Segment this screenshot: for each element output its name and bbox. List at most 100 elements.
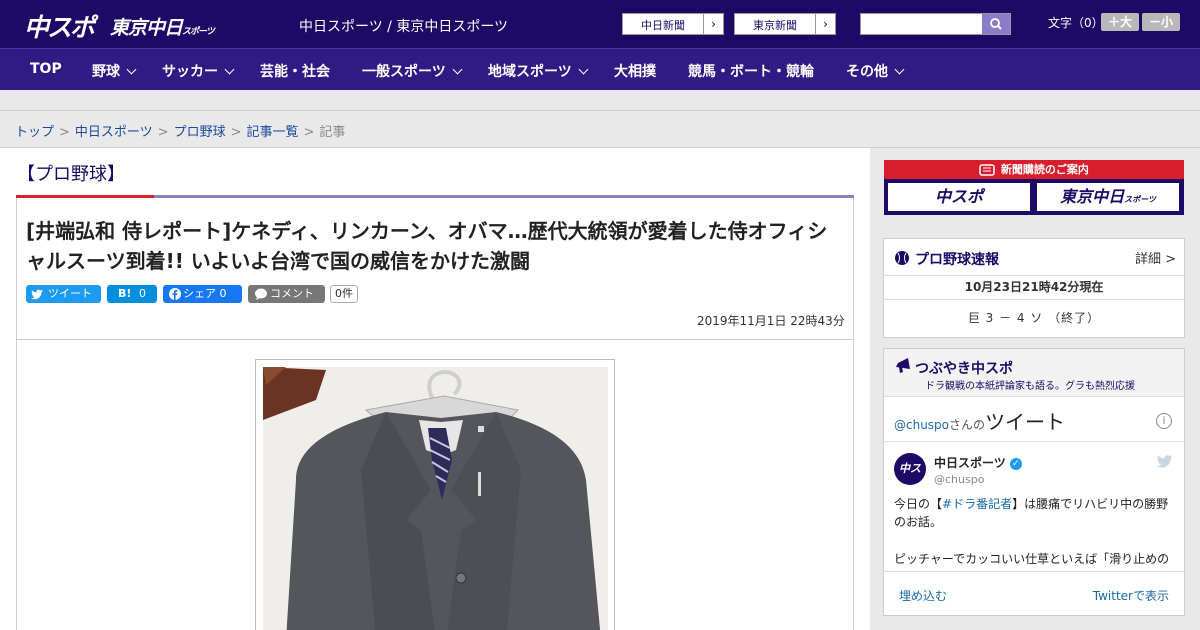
nav-item-baseball[interactable]: 野球 <box>92 61 137 81</box>
subscribe-tokyo-chunichi[interactable]: 東京中日スポーツ <box>1036 182 1180 212</box>
chunichi-shimbun-link[interactable]: 中日新聞 › <box>622 13 724 35</box>
score-detail-link[interactable]: 詳細 > <box>1135 248 1176 267</box>
nav-item-racing[interactable]: 競馬・ボート・競輪 <box>688 61 814 81</box>
nav-label: その他 <box>846 64 888 80</box>
search-box <box>860 13 1011 35</box>
twitter-widget: つぶやき中スポ ドラ観戦の本紙評論家も語る。グラも熱烈応援 @chuspoさんの… <box>883 348 1185 616</box>
nav-label: 大相撲 <box>614 64 656 80</box>
score-result[interactable]: 巨 3 － 4 ソ （終了） <box>884 309 1184 326</box>
nav-label: 野球 <box>92 64 120 80</box>
twitter-bird-icon[interactable] <box>1156 455 1172 468</box>
section-title: 【プロ野球】 <box>17 164 125 185</box>
tweet-hashtag[interactable]: #ドラ番記者 <box>942 497 1012 511</box>
tweets-heading-text: ツイート <box>985 410 1066 434</box>
facebook-share-button[interactable]: シェア 0 <box>163 285 242 303</box>
chunichi-shimbun-label: 中日新聞 <box>641 19 685 32</box>
main-nav: TOP 野球 サッカー 芸能・社会 一般スポーツ 地域スポーツ 大相撲 競馬・ボ… <box>0 48 1200 90</box>
sub-logo-tokyo-text: 東京中日 <box>1060 187 1125 206</box>
breadcrumb-separator: > <box>157 125 169 140</box>
breadcrumb-article-list[interactable]: 記事一覧 <box>247 125 299 140</box>
breadcrumb-separator: > <box>59 125 70 140</box>
tweet-text: 今日の【#ドラ番記者】は腰痛でリハビリ中の勝野のお話。 <box>894 495 1178 531</box>
nav-item-top[interactable]: TOP <box>30 61 62 77</box>
tokyo-shimbun-link[interactable]: 東京新聞 › <box>734 13 836 35</box>
twitter-widget-footer: 埋め込む Twitterで表示 <box>884 571 1184 616</box>
article-datetime: 2019年11月1日 22時43分 <box>697 314 845 328</box>
logo-tokyo-chunichi-small: スポーツ <box>182 27 215 37</box>
comment-bubble-icon <box>255 288 267 300</box>
tweet-user-name-text: 中日スポーツ <box>934 456 1006 470</box>
comment-count: 0件 <box>330 285 358 303</box>
subscription-title-text: 新聞購読のご案内 <box>1000 163 1089 176</box>
comment-label: コメント <box>270 287 314 300</box>
tweet-user-name[interactable]: 中日スポーツ ✓ <box>934 454 1022 471</box>
header-spacer <box>0 90 1200 111</box>
view-on-twitter-link[interactable]: Twitterで表示 <box>1093 587 1169 604</box>
search-button[interactable] <box>982 14 1010 34</box>
nav-label: サッカー <box>162 64 218 80</box>
nav-label: 地域スポーツ <box>488 64 572 80</box>
chevron-down-icon <box>452 64 463 75</box>
score-title: プロ野球速報 <box>915 252 999 268</box>
megaphone-icon <box>896 358 910 373</box>
baseball-score-widget: プロ野球速報 詳細 > 10月23日21時42分現在 巨 3 － 4 ソ （終了… <box>883 238 1185 338</box>
twitter-widget-header: つぶやき中スポ ドラ観戦の本紙評論家も語る。グラも熱烈応援 <box>884 349 1184 397</box>
tweet-text-pre: 今日の【 <box>894 497 943 511</box>
logo-chunichi-sports[interactable]: 中スポ <box>24 8 95 44</box>
breadcrumb-separator: > <box>230 125 242 140</box>
search-icon <box>990 18 1002 30</box>
nav-item-other[interactable]: その他 <box>846 61 905 81</box>
nav-label: 競馬・ボート・競輪 <box>688 64 814 80</box>
breadcrumb-pro-baseball[interactable]: プロ野球 <box>174 125 226 140</box>
twitter-widget-subtitle: ドラ観戦の本紙評論家も語る。グラも熱烈応援 <box>925 381 1135 392</box>
logo-tokyo-chunichi[interactable]: 東京中日スポーツ <box>110 13 215 40</box>
font-smaller-button[interactable]: －小 <box>1142 13 1180 31</box>
top-header: 中スポ 東京中日スポーツ 中日スポーツ / 東京中日スポーツ 中日新聞 › 東京… <box>0 0 1200 48</box>
tweets-handle-link[interactable]: @chuspo <box>894 418 949 432</box>
newspaper-icon <box>979 164 995 176</box>
facebook-icon <box>169 288 181 300</box>
nav-item-local-sports[interactable]: 地域スポーツ <box>488 61 589 81</box>
chevron-down-icon <box>126 64 137 75</box>
search-input[interactable] <box>861 14 983 34</box>
tweet-user-handle[interactable]: @chuspo <box>934 473 984 486</box>
comment-button[interactable]: コメント <box>248 285 325 303</box>
subscribe-chunichi-sports[interactable]: 中スポ <box>887 182 1031 212</box>
article-divider <box>16 339 854 340</box>
tweets-handle-suffix: さんの <box>949 418 986 432</box>
avatar[interactable]: 中スポ <box>894 453 926 507</box>
chevron-down-icon <box>894 64 905 75</box>
tweet-button[interactable]: ツイート <box>26 285 101 303</box>
info-icon[interactable]: i <box>1156 413 1172 429</box>
article-headline: [井端弘和 侍レポート]ケネディ、リンカーン、オバマ…歴代大統領が愛着した侍オフ… <box>26 219 828 273</box>
tweet-label: ツイート <box>48 287 92 300</box>
nav-item-sumo[interactable]: 大相撲 <box>614 61 656 81</box>
nav-label: 一般スポーツ <box>362 64 446 80</box>
nav-label: 芸能・社会 <box>260 64 330 80</box>
font-bigger-button[interactable]: ＋大 <box>1101 13 1139 31</box>
sub-logo-tokyo-small: スポーツ <box>1124 195 1156 204</box>
font-size-label: 文字（0） <box>1048 16 1104 30</box>
tweets-heading: @chuspoさんのツイート <box>894 406 1065 435</box>
embed-link[interactable]: 埋め込む <box>899 587 947 604</box>
breadcrumb-chunichi-sports[interactable]: 中日スポーツ <box>75 125 153 140</box>
chevron-down-icon <box>224 64 235 75</box>
logo-tokyo-chunichi-text: 東京中日 <box>110 17 183 39</box>
suit-jacket-image <box>263 367 608 630</box>
hatena-bookmark-button[interactable]: B! 0 <box>107 285 157 303</box>
nav-item-entertainment[interactable]: 芸能・社会 <box>260 61 330 81</box>
score-timestamp: 10月23日21時42分現在 <box>884 275 1184 300</box>
nav-item-soccer[interactable]: サッカー <box>162 61 235 81</box>
fb-share-label: シェア <box>183 287 216 300</box>
chevron-down-icon <box>578 64 589 75</box>
verified-badge-icon: ✓ <box>1009 457 1022 470</box>
breadcrumb: トップ > 中日スポーツ > プロ野球 > 記事一覧 > 記事 <box>15 121 345 140</box>
article-photo-suit[interactable] <box>255 359 615 630</box>
tokyo-shimbun-label: 東京新聞 <box>753 19 797 32</box>
breadcrumb-top[interactable]: トップ <box>15 125 54 140</box>
subscription-title: 新聞購読のご案内 <box>884 161 1184 177</box>
nav-item-general-sports[interactable]: 一般スポーツ <box>362 61 463 81</box>
nav-label: TOP <box>30 61 62 77</box>
breadcrumb-current: 記事 <box>319 125 346 140</box>
tweet-text-second: ピッチャーでカッコいい仕草といえば「滑り止めの <box>894 552 1170 566</box>
